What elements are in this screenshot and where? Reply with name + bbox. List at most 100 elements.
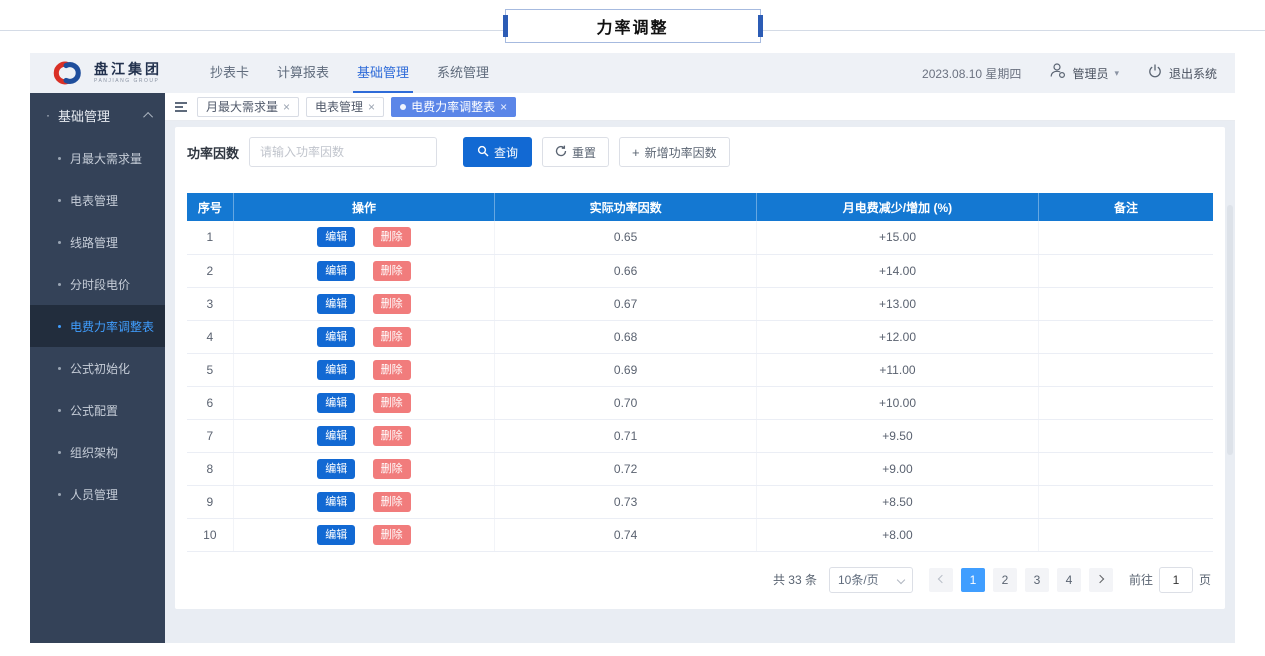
tab-label: 电表管理: [315, 98, 363, 115]
app-body: · 基础管理 月最大需求量电表管理线路管理分时段电价电费力率调整表公式初始化公式…: [30, 93, 1235, 643]
tab-meter-management[interactable]: 电表管理 ×: [306, 97, 384, 117]
row-index: 8: [187, 452, 233, 485]
row-remark: [1039, 221, 1213, 254]
nav-item-0[interactable]: 抄表卡: [196, 53, 263, 93]
sidebar-item-label: 线路管理: [70, 234, 118, 251]
reset-button[interactable]: 重置: [542, 137, 609, 167]
edit-button[interactable]: 编辑: [317, 459, 355, 479]
logout-label: 退出系统: [1169, 65, 1217, 82]
close-icon[interactable]: ×: [500, 101, 507, 113]
delete-button[interactable]: 删除: [373, 294, 411, 314]
banner-bar-left: [503, 15, 508, 37]
sidebar-item-4[interactable]: 电费力率调整表: [30, 305, 165, 347]
tabs-collapse-icon[interactable]: [175, 102, 187, 112]
page-size-select[interactable]: 10条/页: [829, 567, 913, 593]
row-actions: 编辑 删除: [233, 485, 495, 518]
scrollbar-thumb[interactable]: [1227, 205, 1233, 455]
delete-button[interactable]: 删除: [373, 459, 411, 479]
sidebar-item-1[interactable]: 电表管理: [30, 179, 165, 221]
logout-button[interactable]: 退出系统: [1147, 63, 1217, 84]
sidebar-item-5[interactable]: 公式初始化: [30, 347, 165, 389]
chevron-right-icon: [1096, 574, 1104, 582]
sidebar-item-6[interactable]: 公式配置: [30, 389, 165, 431]
power-icon: [1147, 63, 1163, 84]
delete-button[interactable]: 删除: [373, 393, 411, 413]
table-body: 1 编辑 删除 0.65 +15.00 2 编辑: [187, 221, 1213, 551]
table-row: 6 编辑 删除 0.70 +10.00: [187, 386, 1213, 419]
delete-button[interactable]: 删除: [373, 327, 411, 347]
table-row: 3 编辑 删除 0.67 +13.00: [187, 287, 1213, 320]
row-monthly-fee-change: +14.00: [756, 254, 1038, 287]
row-actual-power-factor: 0.72: [495, 452, 757, 485]
sidebar-item-0[interactable]: 月最大需求量: [30, 137, 165, 179]
edit-button[interactable]: 编辑: [317, 525, 355, 545]
sidebar-item-2[interactable]: 线路管理: [30, 221, 165, 263]
delete-button[interactable]: 删除: [373, 525, 411, 545]
edit-button[interactable]: 编辑: [317, 227, 355, 247]
page-size-label: 10条/页: [838, 571, 879, 588]
next-page-button[interactable]: [1089, 568, 1113, 592]
edit-button[interactable]: 编辑: [317, 261, 355, 281]
nav-item-3[interactable]: 系统管理: [423, 53, 503, 93]
row-actions: 编辑 删除: [233, 386, 495, 419]
sidebar-item-7[interactable]: 组织架构: [30, 431, 165, 473]
sidebar-item-8[interactable]: 人员管理: [30, 473, 165, 515]
user-icon: [1049, 62, 1066, 84]
nav-item-1[interactable]: 计算报表: [263, 53, 343, 93]
date-text: 2023.08.10 星期四: [922, 65, 1021, 82]
page-number-button-1[interactable]: 1: [961, 568, 985, 592]
delete-button[interactable]: 删除: [373, 261, 411, 281]
tab-bar: 月最大需求量 × 电表管理 × 电费力率调整表 ×: [165, 93, 1235, 121]
prev-page-button[interactable]: [929, 568, 953, 592]
bullet-icon: [58, 493, 61, 496]
tab-label: 月最大需求量: [206, 98, 278, 115]
add-power-factor-button[interactable]: + 新增功率因数: [619, 137, 730, 167]
logo-icon: [48, 60, 86, 86]
search-button[interactable]: 查询: [463, 137, 532, 167]
page-number-button-4[interactable]: 4: [1057, 568, 1081, 592]
tab-monthly-max-demand[interactable]: 月最大需求量 ×: [197, 97, 299, 117]
edit-button[interactable]: 编辑: [317, 492, 355, 512]
scrollbar-track[interactable]: [1227, 95, 1233, 641]
sidebar: · 基础管理 月最大需求量电表管理线路管理分时段电价电费力率调整表公式初始化公式…: [30, 93, 165, 643]
edit-button[interactable]: 编辑: [317, 393, 355, 413]
edit-button[interactable]: 编辑: [317, 426, 355, 446]
edit-button[interactable]: 编辑: [317, 360, 355, 380]
power-factor-table: 序号操作实际功率因数月电费减少/增加 (%)备注 1 编辑 删除 0.65 +1…: [187, 193, 1213, 552]
row-monthly-fee-change: +9.00: [756, 452, 1038, 485]
app-window: 盘江集团 PANJIANG GROUP 抄表卡计算报表基础管理系统管理 2023…: [30, 53, 1235, 643]
row-actions: 编辑 删除: [233, 320, 495, 353]
row-actions: 编辑 删除: [233, 287, 495, 320]
close-icon[interactable]: ×: [283, 101, 290, 113]
main-area: 月最大需求量 × 电表管理 × 电费力率调整表 × 功率因数: [165, 93, 1235, 643]
banner-bar-right: [758, 15, 763, 37]
table-row: 4 编辑 删除 0.68 +12.00: [187, 320, 1213, 353]
user-menu[interactable]: 管理员 ▾: [1049, 62, 1119, 84]
bullet-icon: [58, 367, 61, 370]
power-factor-input[interactable]: [249, 137, 437, 167]
row-index: 2: [187, 254, 233, 287]
page-number-button-3[interactable]: 3: [1025, 568, 1049, 592]
delete-button[interactable]: 删除: [373, 360, 411, 380]
delete-button[interactable]: 删除: [373, 426, 411, 446]
row-monthly-fee-change: +10.00: [756, 386, 1038, 419]
nav-item-2[interactable]: 基础管理: [343, 53, 423, 93]
row-remark: [1039, 452, 1213, 485]
row-actual-power-factor: 0.67: [495, 287, 757, 320]
delete-button[interactable]: 删除: [373, 492, 411, 512]
goto-page-input[interactable]: [1159, 567, 1193, 593]
row-actual-power-factor: 0.66: [495, 254, 757, 287]
row-monthly-fee-change: +12.00: [756, 320, 1038, 353]
bullet-icon: [58, 283, 61, 286]
edit-button[interactable]: 编辑: [317, 294, 355, 314]
close-icon[interactable]: ×: [368, 101, 375, 113]
tab-power-factor-table[interactable]: 电费力率调整表 ×: [391, 97, 516, 117]
page-number-button-2[interactable]: 2: [993, 568, 1017, 592]
edit-button[interactable]: 编辑: [317, 327, 355, 347]
sidebar-group-basic-management[interactable]: · 基础管理: [30, 93, 165, 137]
sidebar-item-3[interactable]: 分时段电价: [30, 263, 165, 305]
delete-button[interactable]: 删除: [373, 227, 411, 247]
column-header-2: 实际功率因数: [495, 193, 757, 221]
app-header: 盘江集团 PANJIANG GROUP 抄表卡计算报表基础管理系统管理 2023…: [30, 53, 1235, 93]
sidebar-group-label: 基础管理: [58, 106, 110, 125]
